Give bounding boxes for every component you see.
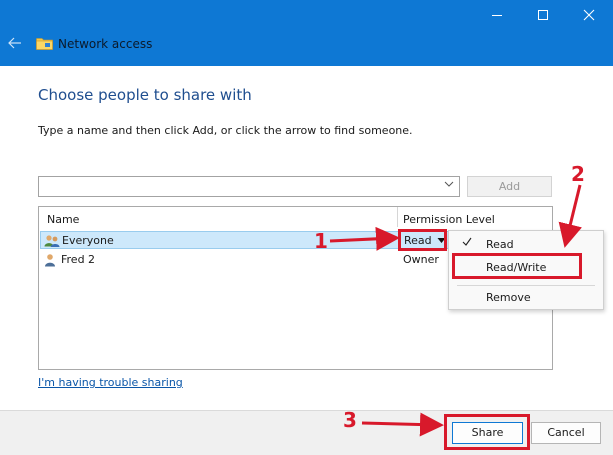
group-users-icon [44, 235, 60, 247]
permission-value: Owner [403, 253, 439, 266]
back-button[interactable] [7, 35, 23, 51]
annotation-box-share [444, 414, 530, 450]
maximize-icon [538, 10, 548, 20]
menu-separator [457, 285, 595, 286]
column-header-name[interactable]: Name [47, 213, 79, 226]
title-bar: Network access [0, 0, 613, 66]
window-title: Network access [58, 37, 153, 51]
folder-icon [36, 38, 53, 50]
minimize-icon [492, 15, 502, 16]
cancel-button[interactable]: Cancel [531, 422, 601, 444]
list-row-name: Fred 2 [61, 253, 96, 266]
annotation-number-2: 2 [571, 162, 585, 186]
annotation-box-read-write [452, 253, 582, 279]
page-heading: Choose people to share with [38, 86, 252, 104]
user-icon [45, 254, 55, 267]
maximize-button[interactable] [520, 0, 566, 30]
annotation-number-1: 1 [314, 229, 328, 253]
checkmark-icon [462, 237, 472, 250]
annotation-box-read [398, 229, 447, 251]
add-button[interactable]: Add [467, 176, 552, 197]
name-combobox[interactable] [38, 176, 460, 197]
chevron-down-icon[interactable] [444, 179, 454, 192]
annotation-number-3: 3 [343, 408, 357, 432]
column-header-permission[interactable]: Permission Level [403, 213, 495, 226]
trouble-sharing-link[interactable]: I'm having trouble sharing [38, 376, 183, 389]
close-icon [583, 9, 595, 21]
column-divider[interactable] [397, 207, 398, 227]
instruction-text: Type a name and then click Add, or click… [38, 124, 413, 137]
list-row-name: Everyone [62, 234, 114, 247]
back-arrow-icon [8, 37, 21, 49]
menu-item-remove[interactable]: Remove [450, 287, 602, 309]
close-button[interactable] [566, 0, 612, 30]
minimize-button[interactable] [474, 0, 520, 30]
